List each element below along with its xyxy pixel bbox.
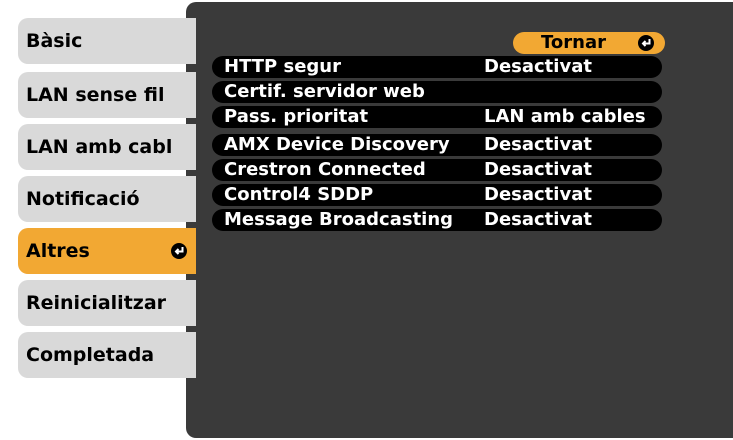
sidebar-item-wireless-lan[interactable]: LAN sense fil: [18, 72, 196, 118]
setting-row-crestron[interactable]: Crestron Connected Desactivat: [212, 159, 662, 181]
setting-row-amx-discovery[interactable]: AMX Device Discovery Desactivat: [212, 134, 662, 156]
setting-row-control4[interactable]: Control4 SDDP Desactivat: [212, 184, 662, 206]
setting-value: LAN amb cables: [484, 106, 646, 127]
sidebar-item-label: LAN sense fil: [26, 84, 165, 106]
sidebar-item-label: Reinicialitzar: [26, 292, 167, 314]
setting-label: Message Broadcasting: [224, 209, 454, 230]
sidebar-item-wired-lan[interactable]: LAN amb cabl: [18, 124, 196, 170]
sidebar-item-others[interactable]: Altres: [18, 228, 196, 274]
sidebar-item-reset[interactable]: Reinicialitzar: [18, 280, 196, 326]
setting-label: AMX Device Discovery: [224, 134, 450, 155]
sidebar-item-basic[interactable]: Bàsic: [18, 18, 196, 64]
sidebar-item-label: LAN amb cabl: [26, 136, 173, 158]
setting-label: Certif. servidor web: [224, 81, 425, 102]
setting-row-message-broadcasting[interactable]: Message Broadcasting Desactivat: [212, 209, 662, 231]
setting-value: Desactivat: [484, 56, 592, 77]
setting-label: HTTP segur: [224, 56, 341, 77]
projector-menu: Bàsic LAN sense fil LAN amb cabl Notific…: [0, 0, 733, 440]
setting-value: Desactivat: [484, 159, 592, 180]
setting-label: Control4 SDDP: [224, 184, 374, 205]
setting-row-https[interactable]: HTTP segur Desactivat: [212, 56, 662, 78]
sidebar-item-completed[interactable]: Completada: [18, 332, 196, 378]
sidebar-item-label: Notificació: [26, 188, 140, 210]
setting-row-priority-gateway[interactable]: Pass. prioritat LAN amb cables: [212, 106, 662, 128]
setting-label: Crestron Connected: [224, 159, 426, 180]
back-button-label: Tornar: [541, 32, 606, 53]
enter-icon: [171, 243, 187, 259]
setting-label: Pass. prioritat: [224, 106, 369, 127]
setting-value: Desactivat: [484, 134, 592, 155]
sidebar-item-label: Bàsic: [26, 30, 83, 52]
enter-icon: [638, 35, 654, 51]
sidebar-item-label: Altres: [26, 240, 90, 262]
setting-value: Desactivat: [484, 209, 592, 230]
sidebar-item-label: Completada: [26, 344, 155, 366]
setting-row-web-server-cert[interactable]: Certif. servidor web: [212, 81, 662, 103]
setting-value: Desactivat: [484, 184, 592, 205]
back-button[interactable]: Tornar: [513, 32, 665, 54]
sidebar-item-notification[interactable]: Notificació: [18, 176, 196, 222]
